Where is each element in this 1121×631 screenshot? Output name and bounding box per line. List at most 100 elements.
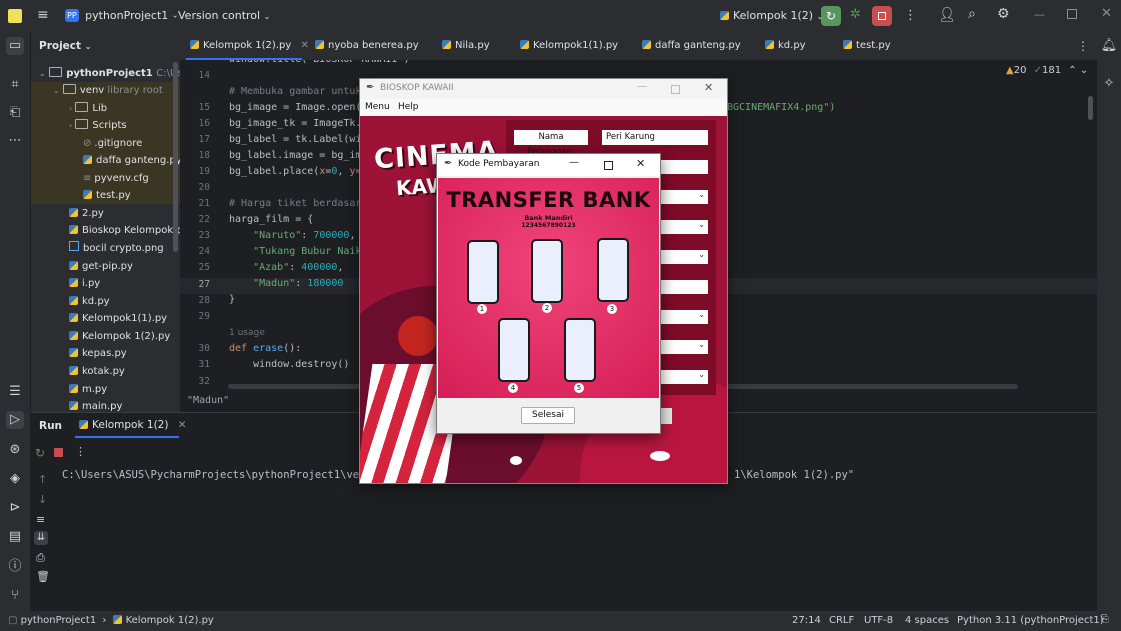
minimize-icon[interactable]: — [637, 81, 647, 92]
problems-icon[interactable]: ⓘ [6, 558, 24, 576]
debug-bug-icon[interactable]: ✲ [850, 8, 864, 22]
trash-icon[interactable]: 🗑︎ [36, 570, 50, 583]
usage-hint[interactable]: 1 usage [229, 328, 265, 338]
run-config-selector[interactable]: Kelompok 1(2) ⌄ [720, 9, 823, 22]
tree-item-file[interactable]: 2.py [69, 205, 104, 222]
tree-item-file[interactable]: bocil crypto.png [69, 240, 164, 257]
rerun-button[interactable]: ↻ [821, 6, 841, 26]
form-field[interactable] [660, 280, 708, 294]
ai-assistant-icon[interactable]: ✧ [1100, 75, 1118, 93]
python-packages-icon[interactable]: ◈ [6, 470, 24, 488]
lock-icon[interactable]: ⎘ [1101, 614, 1109, 625]
main-menu-icon[interactable]: ≡ [37, 8, 51, 22]
form-button[interactable] [660, 408, 672, 424]
tab-daffa-ganteng[interactable]: daffa ganteng.py [642, 32, 741, 60]
tab-kelompok-1-2[interactable]: Kelompok 1(2).py ✕ [190, 32, 309, 60]
python-interpreter[interactable]: Python 3.11 (pythonProject1) [957, 615, 1104, 626]
add-user-icon[interactable]: 👤︎ [938, 7, 956, 23]
maximize-icon[interactable] [604, 161, 613, 170]
structure-icon[interactable]: ⌗ [6, 76, 24, 94]
tab-nila[interactable]: Nila.py [442, 32, 490, 60]
menu-item-help[interactable]: Help [398, 102, 419, 112]
close-icon[interactable]: ✕ [636, 157, 645, 170]
chevron-down-icon[interactable]: ⌄ [1080, 65, 1088, 76]
more-tools-icon[interactable]: ⋯ [6, 132, 24, 150]
inspection-widget[interactable]: ▲20 ✓181 ⌃ ⌄ [1006, 65, 1088, 76]
tree-item-file[interactable]: daffa ganteng.py [83, 152, 180, 169]
close-window-icon[interactable]: ✕ [1101, 6, 1112, 21]
dropdown-field[interactable]: ⌄ [660, 370, 708, 384]
scroll-up-icon[interactable]: ↑ [38, 473, 47, 486]
tree-item-venv[interactable]: ⌄ venv library root [53, 82, 163, 99]
tree-root[interactable]: ⌄ pythonProject1 C:\Use [39, 65, 180, 82]
todo-list-icon[interactable]: ☰ [6, 383, 24, 401]
tree-item-file[interactable]: Kelompok1(1).py [69, 310, 167, 327]
tree-item-file[interactable]: get-pip.py [69, 258, 133, 275]
dropdown-field[interactable]: ⌄ [660, 250, 708, 264]
indent-setting[interactable]: 4 spaces [905, 615, 949, 626]
project-scrollbar[interactable] [173, 62, 178, 252]
tab-nyoba-benerea[interactable]: nyoba benerea.py [315, 32, 419, 60]
tab-kelompok1-1[interactable]: Kelompok1(1).py [520, 32, 618, 60]
editor-vertical-scrollbar[interactable] [1088, 96, 1093, 120]
line-separator[interactable]: CRLF [829, 615, 854, 626]
tree-item-file[interactable]: ≡ pyvenv.cfg [83, 170, 149, 187]
git-icon[interactable]: ⑂ [6, 587, 24, 605]
menu-item-menu[interactable]: Menu [365, 102, 390, 112]
tree-item-scripts[interactable]: › Scripts [69, 117, 127, 134]
project-widget[interactable]: PP pythonProject1 ⌄ [65, 8, 178, 24]
python-console-icon[interactable]: ⊛ [6, 441, 24, 459]
tree-item-file[interactable]: i.py [69, 275, 100, 292]
tab-test[interactable]: test.py [843, 32, 891, 60]
search-icon[interactable]: ⌕ [968, 6, 976, 22]
scroll-down-icon[interactable]: ↓ [38, 493, 47, 506]
tree-item-file[interactable]: kepas.py [69, 345, 127, 362]
app-logo-icon[interactable] [8, 9, 22, 23]
scroll-to-end-icon[interactable]: ⇊ [34, 531, 48, 545]
dropdown-field[interactable]: ⌄ [660, 340, 708, 354]
close-tab-icon[interactable]: ✕ [178, 419, 187, 431]
dropdown-field[interactable]: ⌄ [660, 220, 708, 234]
tree-item-file[interactable]: test.py [83, 187, 131, 204]
tree-item-file[interactable]: Bioskop Kelompok.py [69, 222, 180, 239]
close-tab-icon[interactable]: ✕ [300, 40, 308, 51]
minimize-icon[interactable]: — [569, 157, 579, 168]
soft-wrap-icon[interactable]: ≡ [36, 513, 45, 526]
editor-breadcrumb[interactable]: "Madun" [187, 395, 229, 406]
restore-window-icon[interactable] [1067, 9, 1077, 19]
run-tab-title[interactable]: Run [39, 420, 62, 432]
selesai-button[interactable]: Selesai [521, 407, 575, 424]
version-control-menu[interactable]: Version control ⌄ [178, 9, 270, 22]
more-actions-icon[interactable]: ⋮ [904, 8, 917, 23]
chevron-up-icon[interactable]: ⌃ [1068, 65, 1076, 76]
caret-position[interactable]: 27:14 [792, 615, 821, 626]
more-options-icon[interactable]: ⋮ [75, 445, 86, 458]
run-config-tab[interactable]: Kelompok 1(2) ✕ [79, 419, 187, 431]
rerun-icon[interactable]: ↻ [35, 446, 45, 460]
notifications-bell-icon[interactable]: 🔔︎ [1100, 37, 1118, 55]
dropdown-field[interactable]: ⌄ [660, 310, 708, 324]
stop-icon[interactable] [54, 448, 63, 457]
dropdown-field[interactable]: ⌄ [660, 190, 708, 204]
run-tool-icon[interactable]: ▷ [6, 411, 24, 429]
project-panel-header[interactable]: Project ⌄ [39, 40, 91, 52]
tree-item-file[interactable]: m.py [69, 381, 107, 398]
tree-item-gitignore[interactable]: ⊘ .gitignore [83, 135, 142, 152]
customer-name-input[interactable]: Peri Karung [602, 130, 708, 145]
terminal-icon[interactable]: ▤ [6, 528, 24, 546]
minimize-window-icon[interactable]: — [1034, 8, 1045, 21]
tree-item-file[interactable]: main.py [69, 398, 122, 412]
bookmarks-icon[interactable]: ⎗ [6, 104, 24, 122]
status-breadcrumb[interactable]: ▢ pythonProject1 › Kelompok 1(2).py [8, 615, 214, 626]
maximize-icon[interactable] [671, 85, 680, 94]
tab-options-icon[interactable]: ⋮ [1077, 39, 1089, 53]
close-icon[interactable]: ✕ [704, 81, 713, 94]
tree-item-file[interactable]: Kelompok 1(2).py [69, 328, 170, 345]
tree-item-file[interactable]: kd.py [69, 293, 110, 310]
print-icon[interactable]: ⎙ [36, 551, 45, 565]
tab-kd[interactable]: kd.py [765, 32, 806, 60]
services-icon[interactable]: ⊳ [6, 499, 24, 517]
stop-button[interactable] [872, 6, 892, 26]
file-encoding[interactable]: UTF-8 [864, 615, 893, 626]
settings-gear-icon[interactable]: ⚙ [997, 6, 1010, 22]
